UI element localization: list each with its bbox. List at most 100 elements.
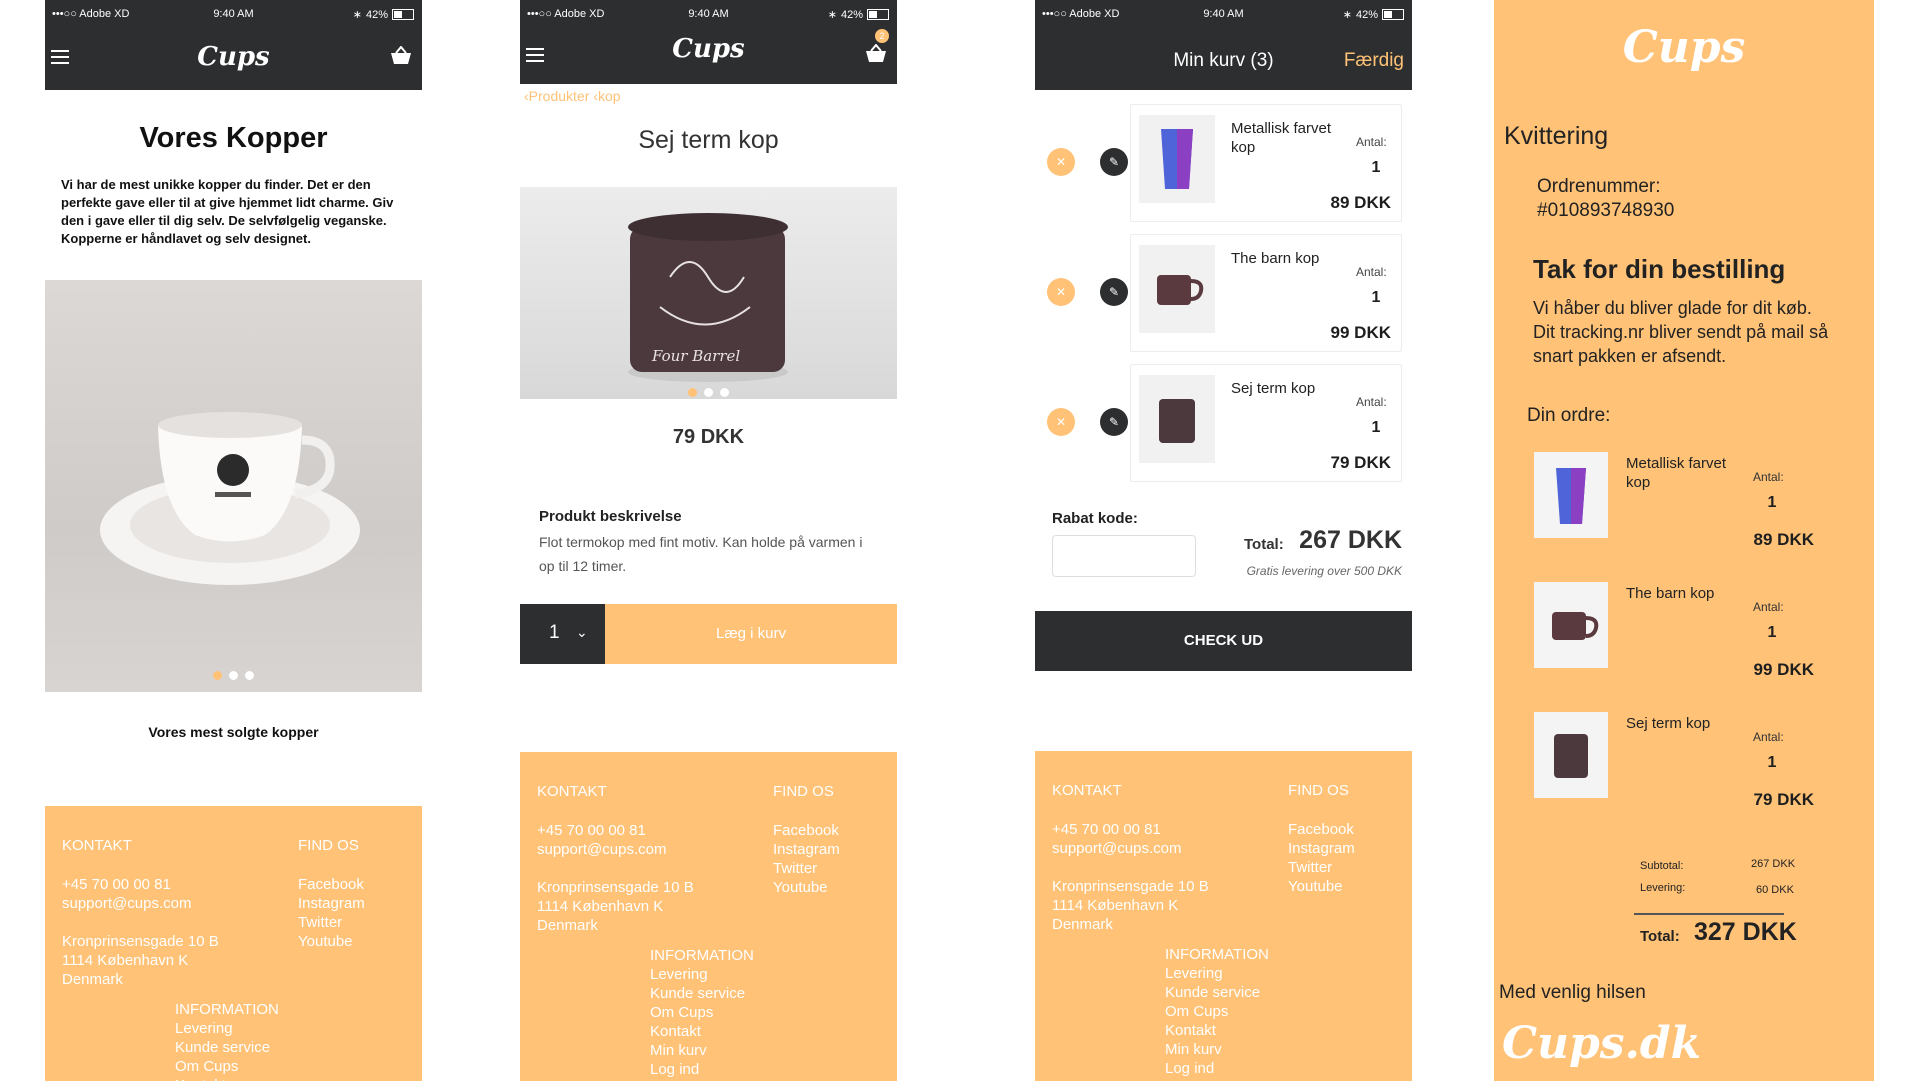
info-link[interactable]: Om Cups <box>1165 1002 1269 1021</box>
receipt-item-name: Metallisk farvet kop <box>1626 455 1727 491</box>
twitter-link[interactable]: Twitter <box>298 913 365 932</box>
info-link[interactable]: Om Cups <box>650 1003 754 1022</box>
instagram-link[interactable]: Instagram <box>1288 839 1355 858</box>
quantity-label: Antal: <box>1753 600 1784 614</box>
info-link[interactable]: Levering <box>175 1019 279 1038</box>
add-to-cart-button[interactable]: Læg i kurv <box>605 604 897 664</box>
youtube-link[interactable]: Youtube <box>773 878 840 897</box>
footer-info: INFORMATION Levering Kunde service Om Cu… <box>650 946 754 1079</box>
twitter-link[interactable]: Twitter <box>773 859 840 878</box>
product-thumbnail <box>1534 582 1608 668</box>
contact-header: KONTAKT <box>1052 782 1122 799</box>
facebook-link[interactable]: Facebook <box>773 821 840 840</box>
basket-icon[interactable] <box>390 46 412 66</box>
product-thumbnail <box>1534 452 1608 538</box>
receipt-total: 327 DKK <box>1694 918 1797 946</box>
carousel-dot[interactable] <box>229 671 238 680</box>
carousel-dot[interactable] <box>704 388 713 397</box>
cup-image <box>100 412 360 585</box>
edit-icon[interactable]: ✎ <box>1100 148 1128 176</box>
basket-icon[interactable] <box>865 44 887 64</box>
your-order-label: Din ordre: <box>1527 405 1611 426</box>
logo[interactable]: Cups <box>45 42 422 72</box>
cart-item: ✕ ✎ The barn kop Antal: 1 99 DKK <box>1035 234 1412 352</box>
product-screen: •••○○ Adobe XD 9:40 AM ∗ 42% Cups 2 ‹Prod… <box>520 0 897 1081</box>
carousel-dot[interactable] <box>720 388 729 397</box>
intro-text: Vi har de mest unikke kopper du finder. … <box>61 177 394 246</box>
email-link[interactable]: support@cups.com <box>537 840 694 859</box>
cart-item-card: Metallisk farvet kop Antal: 1 89 DKK <box>1130 104 1402 222</box>
receipt-item: Sej term kop Antal: 1 79 DKK <box>1494 712 1874 812</box>
product-carousel[interactable] <box>45 280 422 692</box>
done-button[interactable]: Færdig <box>1344 50 1404 72</box>
instagram-link[interactable]: Instagram <box>298 894 365 913</box>
info-link[interactable]: Min kurv <box>650 1041 754 1060</box>
breadcrumb-link[interactable]: kop <box>598 88 621 104</box>
email-link[interactable]: support@cups.com <box>1052 839 1209 858</box>
cart-item-name: Sej term kop <box>1231 380 1316 397</box>
footer: KONTAKT +45 70 00 00 81 support@cups.com… <box>1035 751 1412 1081</box>
phone-link[interactable]: +45 70 00 00 81 <box>62 875 219 894</box>
info-link[interactable]: Om Cups <box>175 1057 279 1076</box>
description-title: Produkt beskrivelse <box>539 508 682 525</box>
cart-item-qty: 1 <box>1371 289 1381 306</box>
receipt-item-name: Sej term kop <box>1626 715 1711 732</box>
status-bar: •••○○ Adobe XD 9:40 AM ∗ 42% <box>1035 0 1412 30</box>
total-label: Total: <box>1640 928 1680 945</box>
address-line: Kronprinsensgade 10 B <box>62 933 219 950</box>
edit-icon[interactable]: ✎ <box>1100 408 1128 436</box>
cart-item-price: 89 DKK <box>1330 193 1391 212</box>
product-image-carousel[interactable]: Four Barrel <box>520 187 897 399</box>
info-link[interactable]: Kunde service <box>1165 983 1269 1002</box>
carousel-dots[interactable] <box>45 671 422 680</box>
delivery-value: 60 DKK <box>1756 884 1794 896</box>
facebook-link[interactable]: Facebook <box>1288 820 1355 839</box>
footer-contact: KONTAKT +45 70 00 00 81 support@cups.com… <box>1052 781 1209 934</box>
battery-indicator: ∗ 42% <box>828 8 889 21</box>
checkout-button[interactable]: CHECK UD <box>1035 611 1412 671</box>
phone-link[interactable]: +45 70 00 00 81 <box>1052 820 1209 839</box>
youtube-link[interactable]: Youtube <box>298 932 365 951</box>
info-link[interactable]: Kunde service <box>650 984 754 1003</box>
phone-link[interactable]: +45 70 00 00 81 <box>537 821 694 840</box>
contact-header: KONTAKT <box>62 837 132 854</box>
battery-icon <box>392 9 414 20</box>
remove-icon[interactable]: ✕ <box>1047 148 1075 176</box>
contact-header: KONTAKT <box>537 783 607 800</box>
logo[interactable]: Cups <box>520 34 897 64</box>
info-link[interactable]: Log ind <box>650 1060 754 1079</box>
info-link[interactable]: Kontakt <box>650 1022 754 1041</box>
carousel-dot[interactable] <box>688 388 697 397</box>
cart-item-qty: 1 <box>1371 159 1381 176</box>
carousel-dot[interactable] <box>213 671 222 680</box>
info-link[interactable]: Log ind <box>1165 1059 1269 1078</box>
info-link[interactable]: Levering <box>1165 964 1269 983</box>
product-thumbnail <box>1139 375 1215 463</box>
cart-item-qty: 1 <box>1371 419 1381 436</box>
carousel-dot[interactable] <box>245 671 254 680</box>
breadcrumb-link[interactable]: Produkter <box>529 88 590 104</box>
edit-icon[interactable]: ✎ <box>1100 278 1128 306</box>
info-link[interactable]: Levering <box>650 965 754 984</box>
quantity-select[interactable]: 1 ⌄ <box>520 604 605 664</box>
info-link[interactable]: Kontakt <box>1165 1021 1269 1040</box>
instagram-link[interactable]: Instagram <box>773 840 840 859</box>
info-link[interactable]: Kunde service <box>175 1038 279 1057</box>
page-title: Vores Kopper <box>139 122 328 154</box>
battery-icon <box>867 9 889 20</box>
youtube-link[interactable]: Youtube <box>1288 877 1355 896</box>
info-link[interactable]: Min kurv <box>1165 1040 1269 1059</box>
info-link[interactable]: Kontakt <box>175 1076 279 1081</box>
cart-item-price: 99 DKK <box>1330 323 1391 342</box>
discount-code-input[interactable] <box>1052 535 1196 577</box>
footer-social: FIND OS Facebook Instagram Twitter Youtu… <box>773 782 840 897</box>
carousel-dots[interactable] <box>520 388 897 397</box>
remove-icon[interactable]: ✕ <box>1047 408 1075 436</box>
email-link[interactable]: support@cups.com <box>62 894 219 913</box>
description-text: Flot termokop med fint motiv. Kan holde … <box>539 534 863 574</box>
facebook-link[interactable]: Facebook <box>298 875 365 894</box>
remove-icon[interactable]: ✕ <box>1047 278 1075 306</box>
receipt-item-qty: 1 <box>1767 494 1777 511</box>
twitter-link[interactable]: Twitter <box>1288 858 1355 877</box>
logo-dk: Cups.dk <box>1502 1018 1702 1069</box>
